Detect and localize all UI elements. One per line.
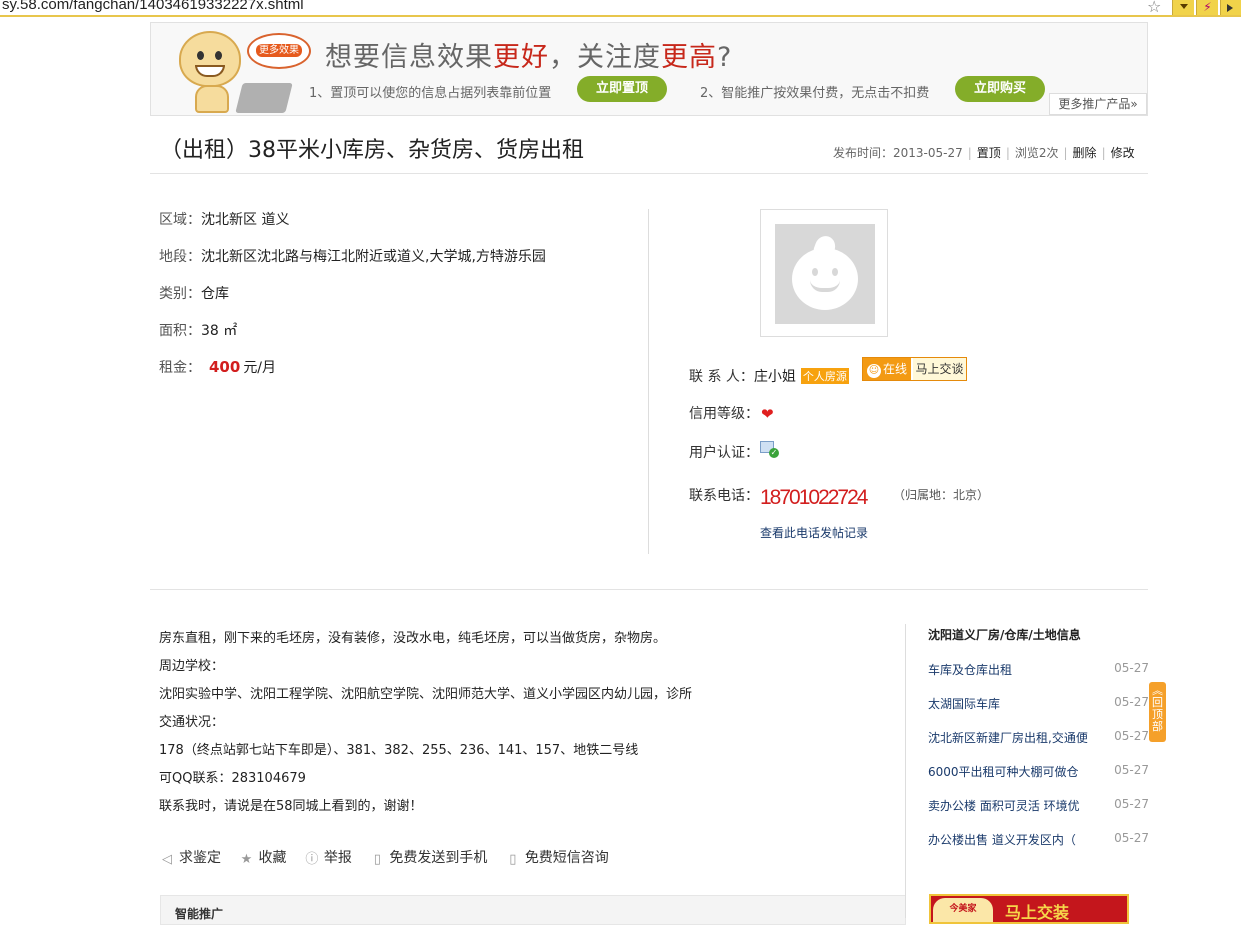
- star-icon: ★: [240, 852, 253, 867]
- info-size: 面积：38 ㎡: [159, 323, 238, 339]
- description-line: 周边学校：: [159, 659, 225, 674]
- info-rent: 租金： 400 元/月: [159, 358, 277, 376]
- contact-name: 庄小姐: [753, 369, 796, 385]
- banner-title: 想要信息效果更好，关注度更高?: [325, 42, 733, 73]
- speech-bubble: 更多效果: [247, 33, 311, 69]
- info-icon: ⓘ: [305, 852, 319, 867]
- vertical-divider: [648, 209, 649, 554]
- page-title: （出租）38平米小库房、杂货房、货房出租: [160, 138, 584, 163]
- qq-icon: ☺: [867, 364, 881, 378]
- sidebar-title: 沈阳道义厂房/仓库/土地信息: [928, 628, 1081, 642]
- share-icon: ◁: [162, 852, 172, 867]
- favorite-button[interactable]: ★ 收藏: [239, 847, 287, 867]
- contact-person: 联 系 人：庄小姐 个人房源: [689, 368, 849, 385]
- phone-icon: ▯: [373, 852, 381, 867]
- verified-icon: ✓: [760, 441, 779, 458]
- description-line: 可QQ联系：283104679: [159, 771, 306, 786]
- publish-time: 发布时间：2013-05-27: [833, 146, 963, 160]
- brand-logo: 今美家: [933, 898, 993, 922]
- phone-number: 18701022724: [760, 486, 868, 509]
- appraise-button[interactable]: ◁ 求鉴定: [160, 847, 221, 867]
- view-count: 浏览2次: [1014, 146, 1059, 160]
- send-to-phone-button[interactable]: ▯ 免费发送到手机: [370, 847, 488, 867]
- description-line: 房东直租，刚下来的毛坯房，没有装修，没改水电，纯毛坯房，可以当做货房，杂物房。: [159, 631, 667, 646]
- lightning-icon[interactable]: ⚡: [1196, 0, 1218, 15]
- action-bar: ◁ 求鉴定 ★ 收藏 ⓘ 举报 ▯ 免费发送到手机 ▯ 免费短信咨询: [160, 847, 623, 867]
- avatar: [760, 209, 888, 337]
- banner-tip-1: 1、置顶可以使您的信息占据列表靠前位置: [309, 86, 552, 101]
- divider: [150, 173, 1148, 174]
- edit-link[interactable]: 修改: [1111, 146, 1135, 160]
- chat-now-button[interactable]: ☺ 在线 马上交谈: [862, 357, 967, 381]
- go-arrow-icon[interactable]: [1220, 0, 1241, 15]
- sidebar-item[interactable]: 办公楼出售 道义开发区内（ 05-27: [928, 831, 1149, 848]
- sidebar-item[interactable]: 卖办公楼 面积可灵活 环境优 05-27: [928, 797, 1149, 814]
- vertical-divider: [905, 624, 906, 918]
- banner-tip-2: 2、智能推广按效果付费，无点击不扣费: [700, 86, 930, 101]
- sidebar-item[interactable]: 沈北新区新建厂房出租,交通便 05-27: [928, 729, 1149, 746]
- buy-now-button[interactable]: 立即购买: [955, 76, 1045, 102]
- pin-top-button[interactable]: 立即置顶: [577, 76, 667, 102]
- info-area: 区域：沈北新区 道义: [159, 212, 290, 228]
- promo-banner: 更多效果 想要信息效果更好，关注度更高? 1、置顶可以使您的信息占据列表靠前位置…: [150, 22, 1148, 116]
- phone-history-link[interactable]: 查看此电话发帖记录: [760, 524, 868, 541]
- cert-label: 用户认证：: [689, 445, 759, 461]
- address-bar[interactable]: sy.58.com/fangchan/14034619332227x.shtml…: [0, 0, 1241, 17]
- mascot-icon: [179, 31, 241, 87]
- description-line: 沈阳实验中学、沈阳工程学院、沈阳航空学院、沈阳师范大学、道义小学园区内幼儿园，诊…: [159, 687, 693, 702]
- sms-consult-button[interactable]: ▯ 免费短信咨询: [506, 847, 609, 867]
- pin-top-link[interactable]: 置顶: [977, 146, 1001, 160]
- sidebar-ad[interactable]: 今美家 马上交装: [929, 894, 1129, 924]
- phone-location: （归属地：北京）: [893, 488, 990, 502]
- sidebar-item[interactable]: 车库及仓库出租 05-27: [928, 661, 1149, 678]
- back-to-top-button[interactable]: ︽ 回顶部: [1149, 682, 1166, 742]
- report-button[interactable]: ⓘ 举报: [305, 847, 352, 867]
- delete-link[interactable]: 删除: [1073, 146, 1097, 160]
- divider: [150, 589, 1148, 590]
- description-line: 联系我时，请说是在58同城上看到的，谢谢！: [159, 799, 423, 814]
- area-value[interactable]: 沈北新区 道义: [201, 212, 289, 228]
- description-line: 交通状况：: [159, 715, 225, 730]
- mascot-body: [195, 85, 229, 113]
- info-type: 类别：仓库: [159, 286, 229, 302]
- phone-label: 联系电话：: [689, 488, 759, 504]
- dropdown-arrow-icon[interactable]: [1172, 0, 1194, 15]
- bookmark-star-icon[interactable]: ☆: [1147, 0, 1161, 16]
- url-text[interactable]: sy.58.com/fangchan/14034619332227x.shtml: [2, 0, 304, 13]
- info-location: 地段：沈北新区沈北路与梅江北附近或道义,大学城,方特游乐园: [159, 249, 546, 265]
- laptop-icon: [235, 83, 293, 113]
- sidebar-item[interactable]: 6000平出租可种大棚可做仓 05-27: [928, 763, 1149, 780]
- phone-icon: ▯: [509, 852, 517, 867]
- heart-icon: ❤: [761, 405, 774, 423]
- sidebar-item[interactable]: 太湖国际车库 05-27: [928, 695, 1149, 712]
- personal-listing-badge: 个人房源: [800, 368, 849, 384]
- smart-promo-header: 智能推广: [160, 895, 906, 925]
- rent-price: 400: [209, 358, 241, 376]
- description-line: 178（终点站郭七站下车即是）、381、382、255、236、141、157、…: [159, 743, 639, 758]
- post-meta: 发布时间：2013-05-27 | 置顶 | 浏览2次 | 删除 | 修改: [833, 146, 1135, 160]
- more-promo-link[interactable]: 更多推广产品»: [1049, 93, 1147, 115]
- credit-label: 信用等级：: [689, 406, 759, 422]
